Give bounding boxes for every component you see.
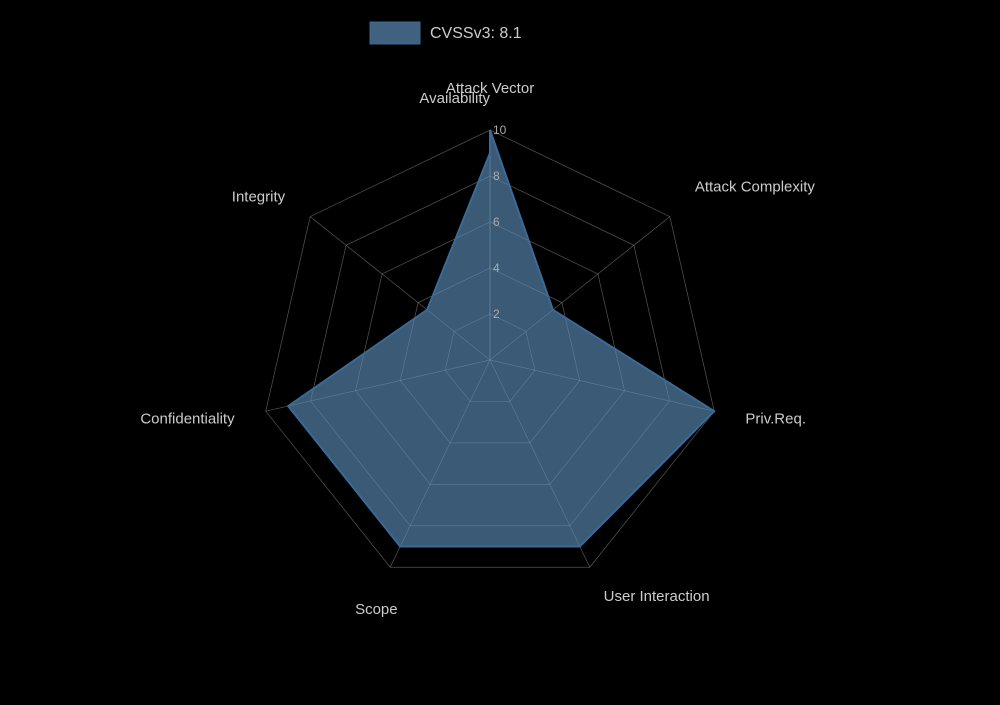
- svg-text:Integrity: Integrity: [232, 189, 286, 206]
- svg-text:4: 4: [493, 261, 500, 275]
- svg-text:8: 8: [493, 169, 500, 183]
- svg-text:Priv.Req.: Priv.Req.: [745, 410, 806, 427]
- chart-container: 246810Attack VectorAttack ComplexityPriv…: [0, 0, 1000, 700]
- svg-text:Attack Complexity: Attack Complexity: [695, 179, 816, 196]
- svg-text:2: 2: [493, 307, 500, 321]
- svg-text:Availability: Availability: [419, 90, 490, 107]
- svg-text:Scope: Scope: [355, 601, 398, 618]
- svg-text:Confidentiality: Confidentiality: [140, 410, 235, 427]
- svg-text:CVSSv3: 8.1: CVSSv3: 8.1: [430, 25, 522, 42]
- svg-text:6: 6: [493, 215, 500, 229]
- svg-text:10: 10: [493, 123, 507, 137]
- svg-text:User Interaction: User Interaction: [604, 588, 710, 605]
